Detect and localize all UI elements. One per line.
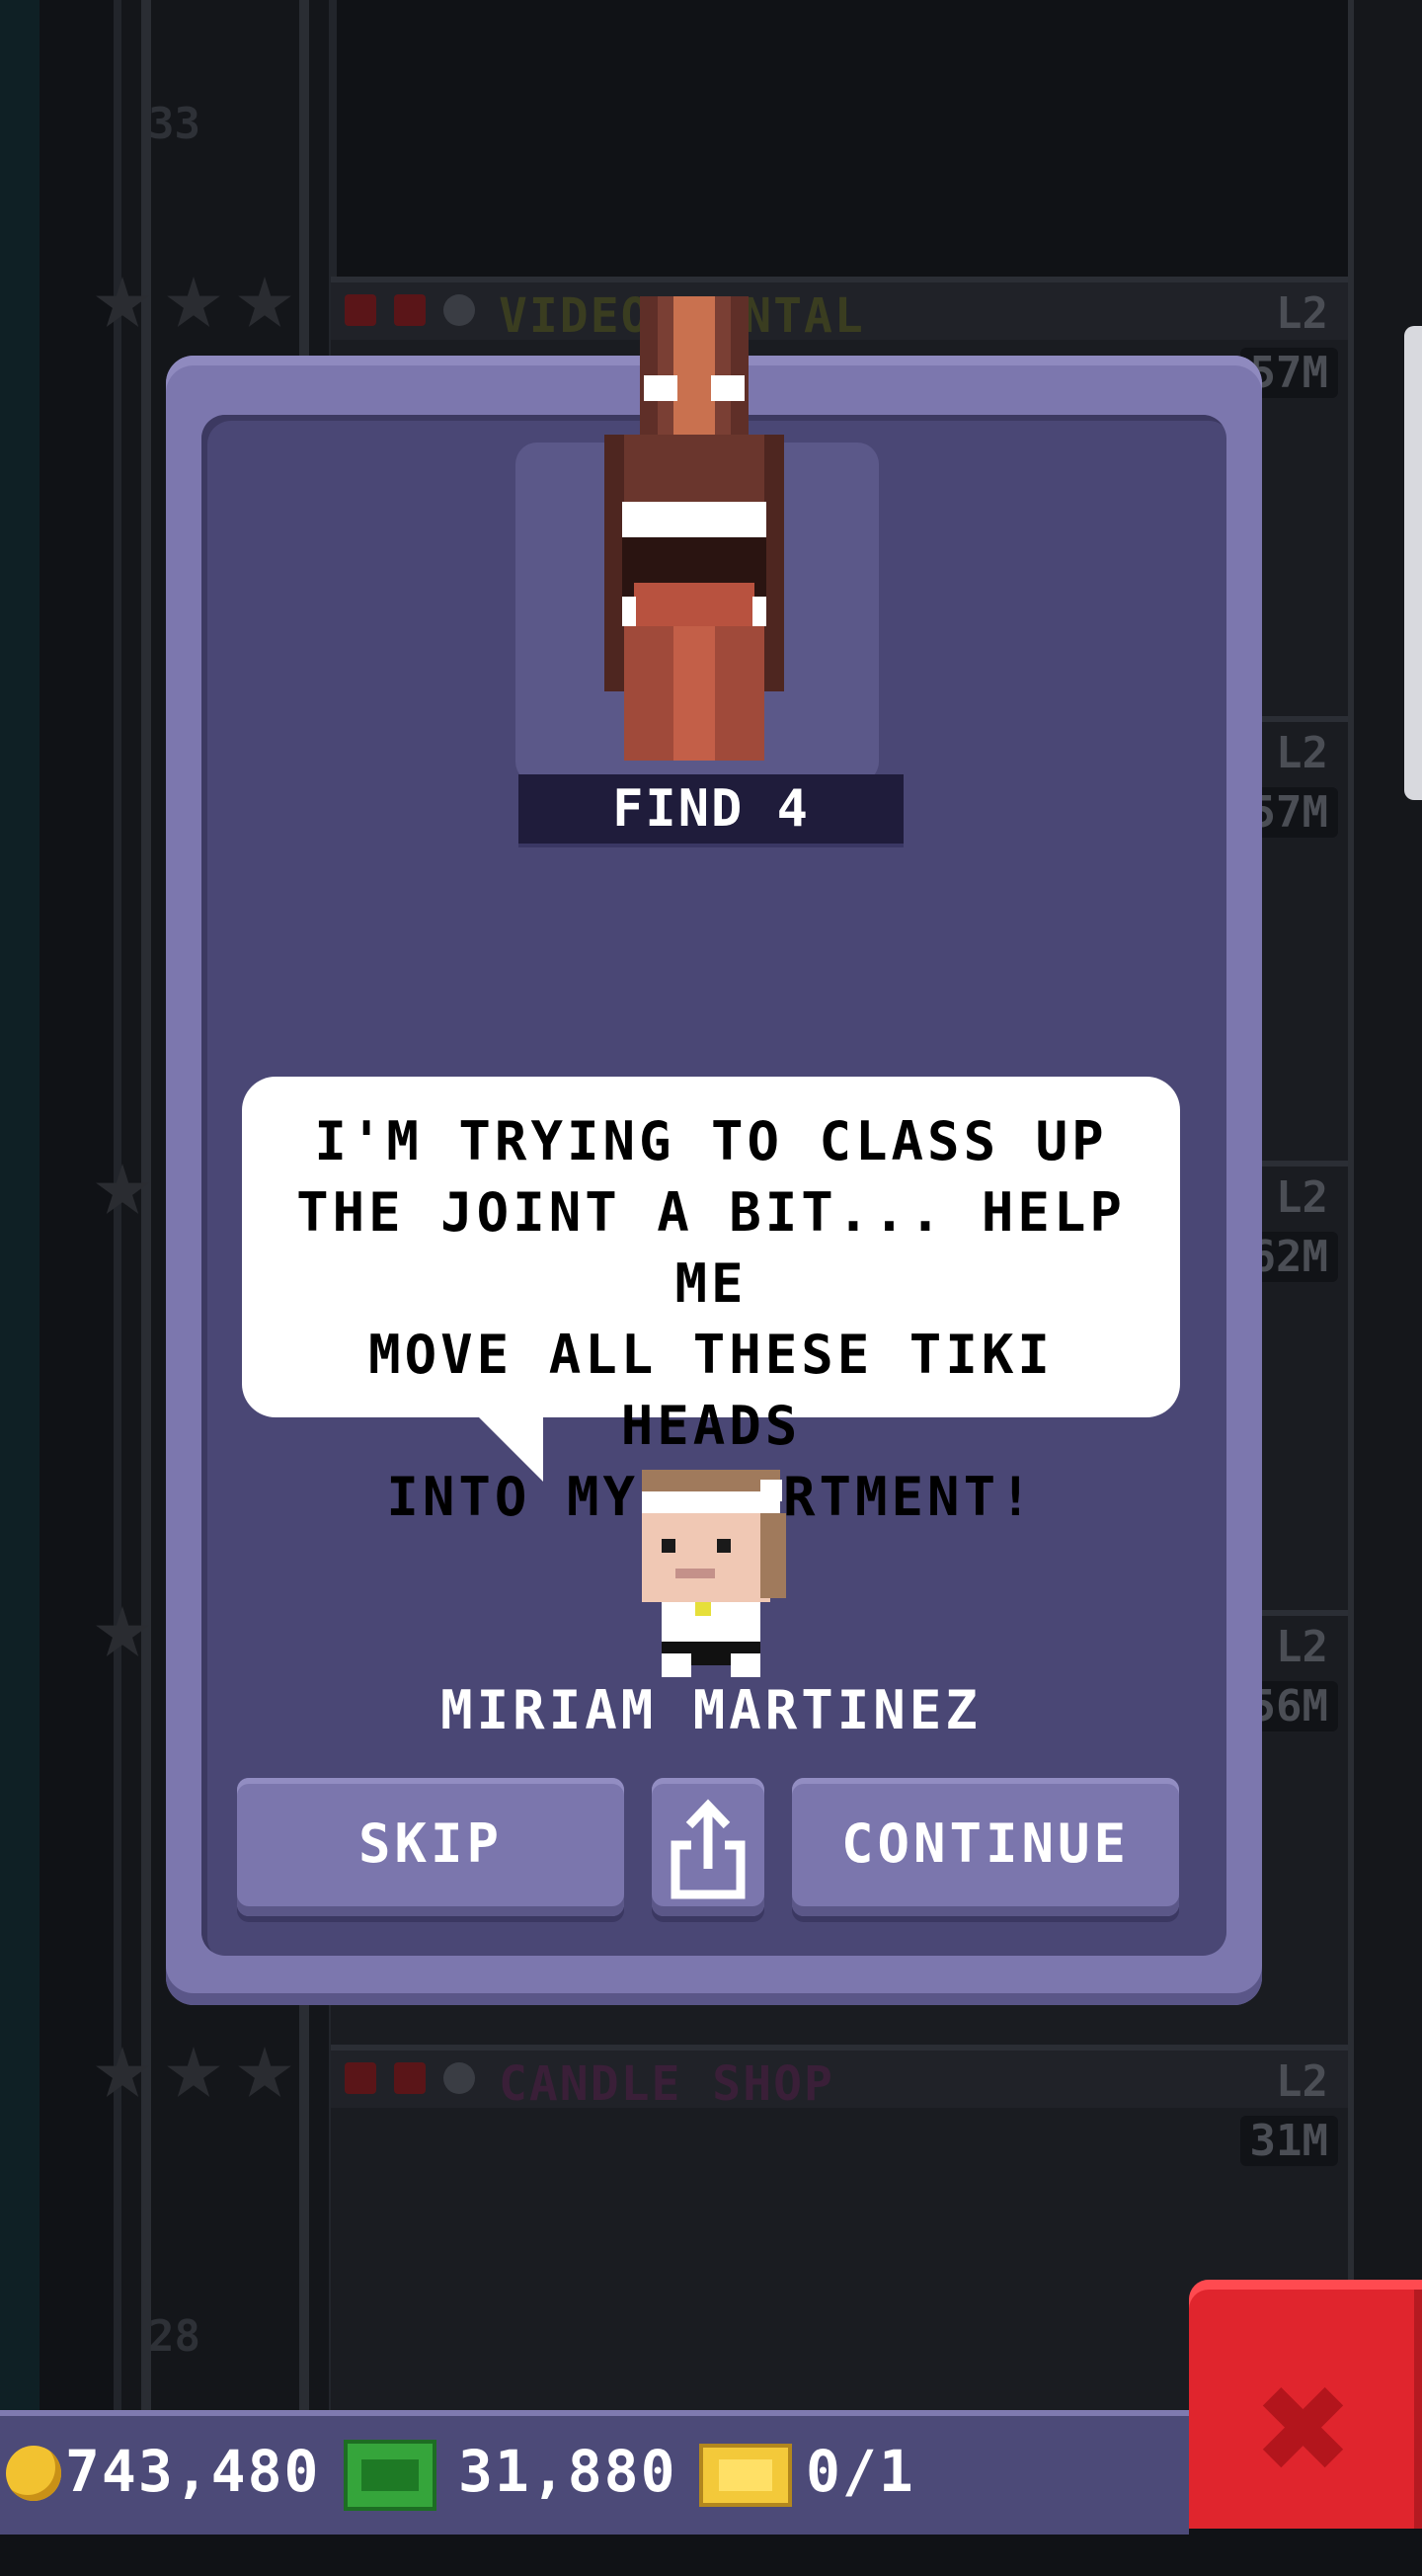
share-button[interactable] (652, 1778, 764, 1916)
floor-number: 33 (148, 99, 200, 149)
tiki-head-icon (604, 296, 784, 761)
clock-icon (443, 294, 475, 326)
floor-title-bar: CANDLE SHOP L2 (331, 2051, 1348, 2112)
clock-icon (443, 2062, 475, 2094)
floor-title-bar: VIDEO RENTAL L2 (331, 282, 1348, 344)
floor-number: 28 (148, 2311, 200, 2362)
tower-background-left (0, 0, 40, 2410)
share-icon (671, 1799, 746, 1899)
elevator-rail (141, 0, 151, 2410)
floor-level: L2 (1276, 1622, 1328, 1672)
floor-level: L2 (1276, 1172, 1328, 1223)
speech-bubble: I'M TRYING TO CLASS UP THE JOINT A BIT..… (242, 1077, 1180, 1528)
skip-button[interactable]: SKIP (237, 1778, 624, 1916)
tickets-count: 0/1 (806, 2438, 915, 2505)
close-button[interactable]: ✖ (1189, 2280, 1422, 2529)
x-status-icon (394, 2062, 426, 2094)
golden-ticket-icon (699, 2444, 792, 2507)
coin-icon (6, 2446, 61, 2501)
bitizen-avatar (642, 1470, 786, 1677)
continue-button[interactable]: CONTINUE (792, 1778, 1179, 1916)
x-status-icon (345, 294, 376, 326)
x-status-icon (345, 2062, 376, 2094)
floor-level: L2 (1276, 728, 1328, 778)
reward-label: FIND 4 (518, 774, 904, 847)
floor-name: CANDLE SHOP (499, 2056, 834, 2112)
character-name: MIRIAM MARTINEZ (440, 1679, 982, 1741)
floor-level: L2 (1276, 2056, 1328, 2107)
golden-ticket-icon-inner (719, 2459, 772, 2491)
bux-count: 31,880 (458, 2438, 677, 2505)
floor-income: 31M (1239, 2116, 1338, 2166)
bux-icon (344, 2440, 436, 2511)
close-icon: ✖ (1257, 2335, 1354, 2520)
coins-count: 743,480 (65, 2438, 321, 2505)
x-status-icon (394, 294, 426, 326)
floor-level: L2 (1276, 288, 1328, 339)
side-scroll-tab[interactable] (1404, 326, 1422, 800)
bux-icon-inner (361, 2459, 419, 2491)
